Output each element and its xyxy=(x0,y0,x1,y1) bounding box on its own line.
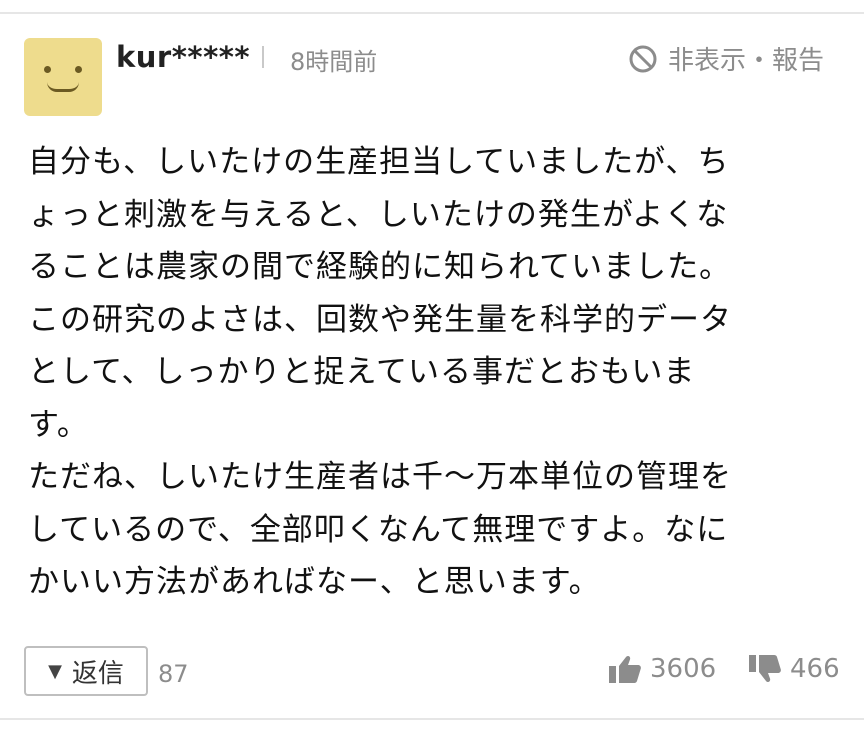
top-divider xyxy=(0,12,864,14)
thumbs-down-icon xyxy=(749,655,781,683)
hide-report-link[interactable]: 非表示・報告 xyxy=(628,40,824,77)
thumbs-up-icon xyxy=(609,655,641,683)
triangle-down-icon: ▼ xyxy=(48,660,62,682)
post-time: 8時間前 xyxy=(290,48,378,76)
dislike-button[interactable]: 466 xyxy=(748,654,840,684)
comment-body: 自分も、しいたけの生産担当していましたが、ち ょっと刺激を与えると、しいたけの発… xyxy=(28,144,732,600)
avatar-left-eye xyxy=(44,66,51,73)
username[interactable]: kur***** xyxy=(116,40,250,74)
header-separator xyxy=(262,46,264,68)
avatar-mouth xyxy=(47,82,79,92)
block-icon xyxy=(629,45,657,72)
reply-label: 返信 xyxy=(71,658,124,689)
avatar-right-eye xyxy=(75,66,82,73)
hide-report-label: 非表示・報告 xyxy=(667,46,824,76)
reply-button[interactable]: ▼ 返信 xyxy=(24,646,148,696)
like-count: 3606 xyxy=(650,654,717,684)
user-avatar[interactable] xyxy=(24,38,102,116)
reply-count: 87 xyxy=(158,660,189,688)
dislike-count: 466 xyxy=(790,654,840,684)
like-button[interactable]: 3606 xyxy=(608,654,716,684)
bottom-divider xyxy=(0,718,864,720)
